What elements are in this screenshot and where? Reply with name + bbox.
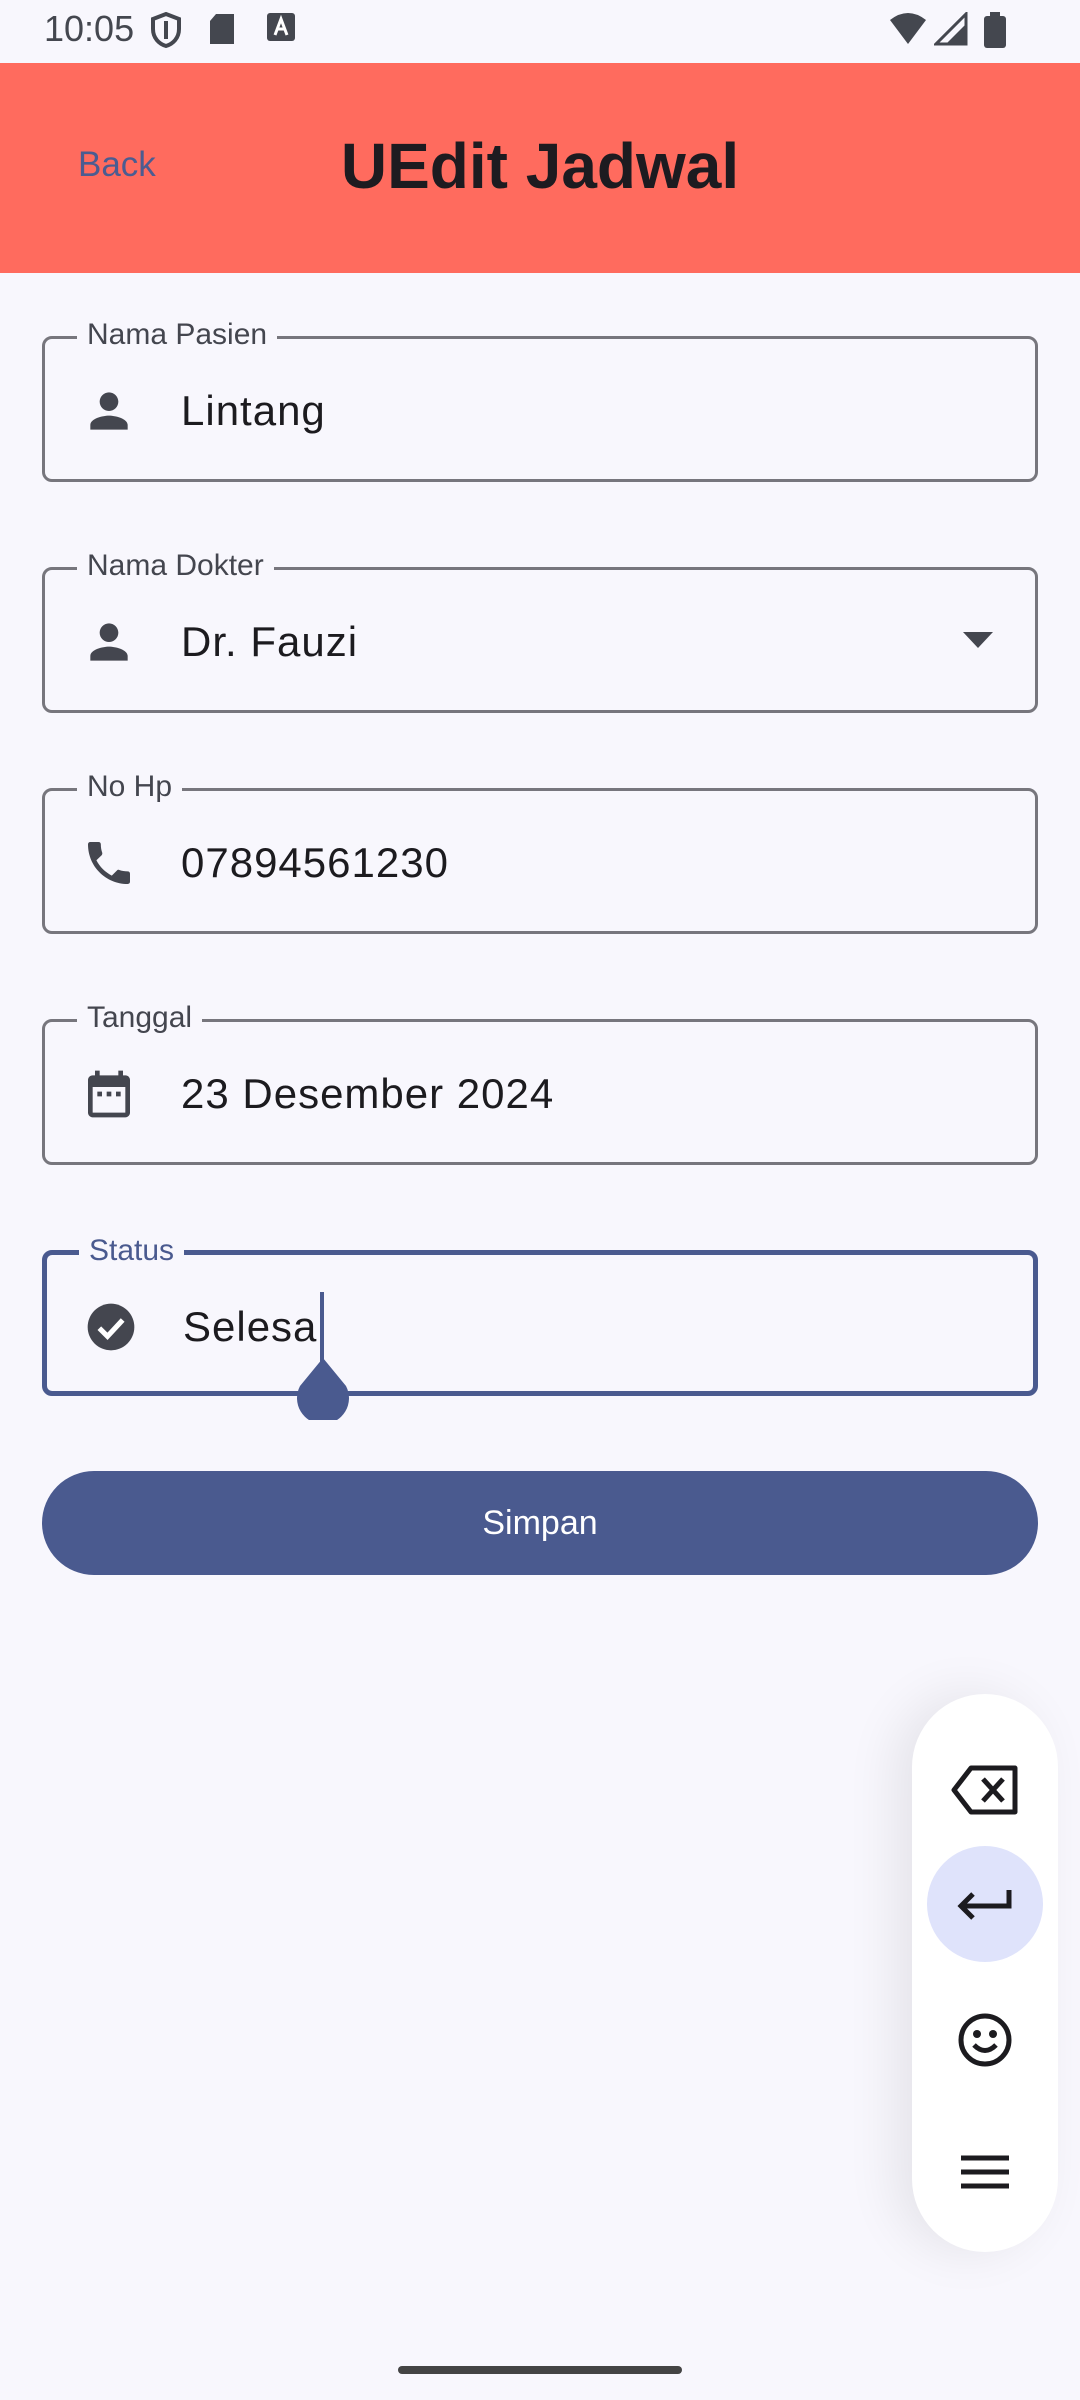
nama-dokter-value: Dr. Fauzi [181,618,359,665]
nama-pasien-field[interactable]: Nama Pasien Lintang [42,318,1038,482]
wifi-icon [890,13,926,44]
menu-button[interactable] [927,2114,1043,2230]
no-hp-input[interactable]: 07894561230 [181,839,449,887]
app-bar: Back UEdit Jadwal [0,63,1080,273]
status-field[interactable]: Status Selesai [42,1234,1038,1396]
tanggal-field[interactable]: Tanggal 23 Desember 2024 [42,1001,1038,1165]
battery-icon [984,12,1006,48]
status-input[interactable]: Selesai [183,1303,328,1351]
save-button[interactable]: Simpan [42,1471,1038,1575]
text-cursor [320,1292,324,1364]
save-button-label: Simpan [482,1503,598,1542]
text-a-icon [267,13,295,41]
nama-pasien-input[interactable]: Lintang [181,387,326,435]
enter-icon [957,1890,1012,1920]
page-title: UEdit Jadwal [340,130,740,202]
emoji-button[interactable] [927,1982,1043,2098]
shield-icon [151,12,181,48]
no-hp-field[interactable]: No Hp 07894561230 [42,770,1038,934]
navigation-handle[interactable] [398,2366,682,2374]
enter-button[interactable] [927,1846,1043,1962]
keyboard-action-panel [912,1694,1058,2252]
no-hp-label: No Hp [77,770,183,804]
emoji-icon [958,2013,1012,2067]
status-bar: 10:05 [0,0,1080,63]
backspace-icon [951,1765,1018,1815]
check-circle-icon [87,1303,135,1351]
tanggal-label: Tanggal [77,1001,203,1035]
person-icon [90,623,128,661]
person-icon [90,392,128,430]
tanggal-input[interactable]: 23 Desember 2024 [181,1070,554,1118]
nama-dokter-label: Nama Dokter [77,549,274,583]
menu-icon [961,2155,1009,2189]
signal-icon [934,12,968,46]
sd-card-icon [210,14,234,44]
status-time: 10:05 [44,8,135,49]
phone-icon [88,842,130,884]
nama-dokter-dropdown[interactable]: Nama Dokter Dr. Fauzi [42,549,1038,713]
calendar-icon [88,1070,130,1118]
cursor-handle[interactable] [296,1358,350,1420]
nama-pasien-label: Nama Pasien [77,318,278,352]
backspace-button[interactable] [927,1732,1043,1848]
chevron-down-icon[interactable] [961,630,995,650]
status-label: Status [79,1234,185,1268]
